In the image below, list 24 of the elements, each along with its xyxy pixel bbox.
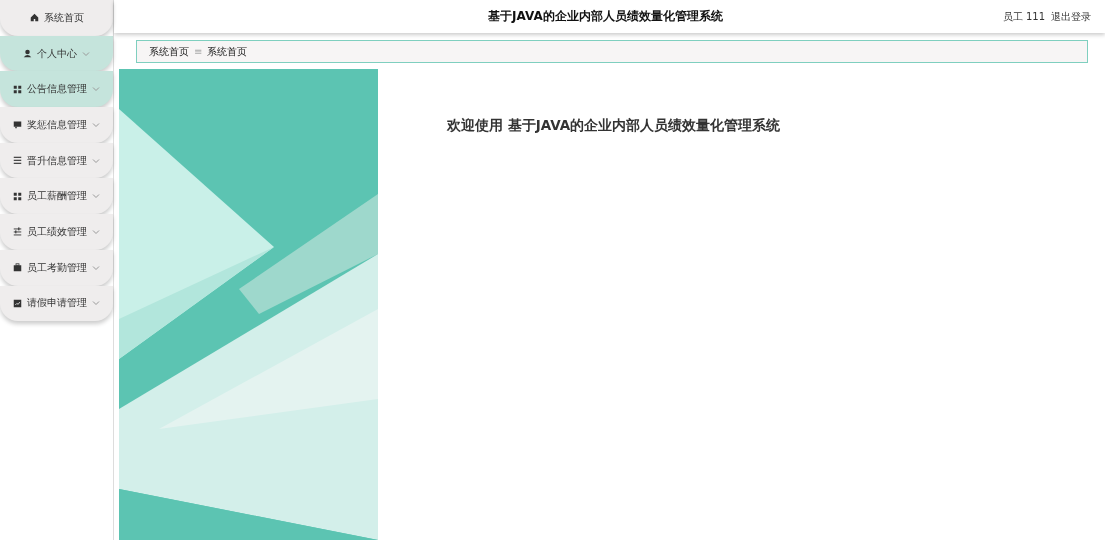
sidebar-item[interactable]: 员工薪酬管理 <box>0 178 113 215</box>
user-icon <box>23 49 32 59</box>
sidebar-item[interactable]: 员工考勤管理 <box>0 249 113 286</box>
home-icon <box>29 13 39 23</box>
welcome-heading: 欢迎使用 基于JAVA的企业内部人员绩效量化管理系统 <box>447 117 781 135</box>
app-title: 基于JAVA的企业内部人员绩效量化管理系统 <box>487 8 724 25</box>
sidebar-item[interactable]: 系统首页 <box>0 0 113 36</box>
sidebar-item[interactable]: 公告信息管理 <box>0 71 113 108</box>
breadcrumb-item[interactable]: 系统首页 <box>149 44 189 59</box>
chart-icon <box>13 298 22 308</box>
logout-link[interactable]: 退出登录 <box>1051 9 1091 24</box>
grid-icon <box>13 191 22 201</box>
user-name: 员工 111 <box>1002 9 1045 24</box>
sidebar-item[interactable]: 奖惩信息管理 <box>0 107 113 143</box>
sidebar-item[interactable]: 请假申请管理 <box>0 285 113 322</box>
list-icon <box>13 156 22 166</box>
sidebar-item[interactable]: 员工绩效管理 <box>0 214 113 250</box>
sidebar-item[interactable]: 个人中心 <box>0 35 113 72</box>
grid-icon <box>13 84 22 94</box>
briefcase-icon <box>13 263 22 273</box>
board-icon <box>13 120 22 130</box>
sidebar-item[interactable]: 晋升信息管理 <box>0 142 113 179</box>
breadcrumb-item[interactable]: 系统首页 <box>207 44 248 59</box>
breadcrumb-separator: ≡ <box>194 46 203 57</box>
